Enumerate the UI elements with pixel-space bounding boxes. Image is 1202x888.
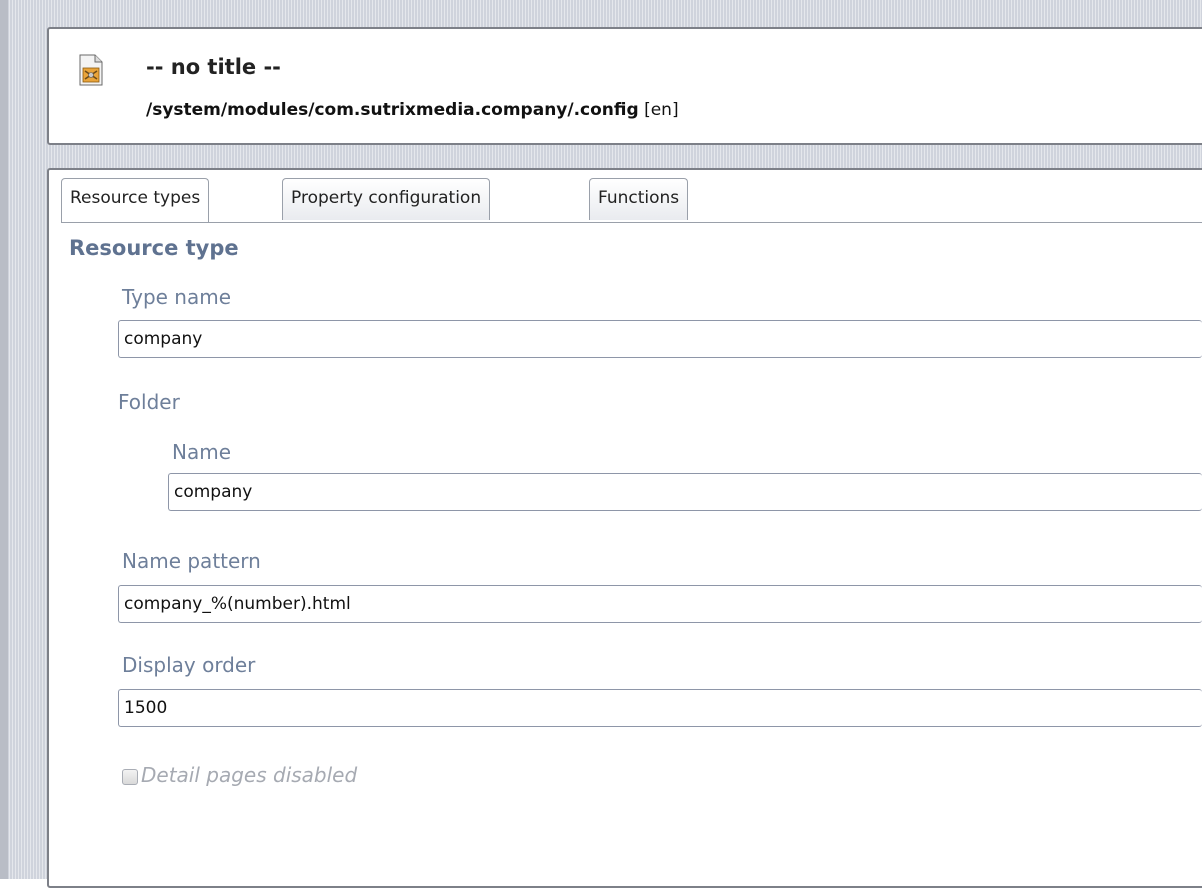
folder-name-label: Name — [172, 440, 232, 464]
detail-pages-disabled-row: Detail pages disabled — [122, 763, 357, 787]
folder-label: Folder — [118, 390, 180, 414]
tab-functions[interactable]: Functions — [589, 178, 689, 220]
detail-pages-disabled-label: Detail pages disabled — [141, 763, 358, 787]
type-name-input[interactable]: company — [118, 320, 1202, 358]
detail-pages-disabled-checkbox[interactable] — [122, 769, 138, 785]
section-title: Resource type — [69, 236, 239, 260]
resource-title: -- no title -- — [146, 55, 281, 79]
path-text: /system/modules/com.sutrixmedia.company/… — [146, 100, 639, 120]
header-panel: -- no title -- /system/modules/com.sutri… — [47, 27, 1202, 145]
type-name-label: Type name — [122, 285, 232, 309]
tab-resource-types[interactable]: Resource types — [61, 178, 210, 222]
tab-property-configuration[interactable]: Property configuration — [282, 178, 491, 220]
name-pattern-label: Name pattern — [122, 549, 261, 573]
display-order-label: Display order — [122, 653, 256, 677]
display-order-input[interactable]: 1500 — [118, 689, 1202, 727]
resource-path: /system/modules/com.sutrixmedia.company/… — [146, 100, 679, 120]
document-config-icon — [79, 54, 103, 86]
folder-name-input[interactable]: company — [168, 473, 1202, 511]
tab-bar: Resource types Property configuration Fu… — [61, 178, 1202, 223]
left-edge — [0, 0, 8, 879]
locale-text: [en] — [644, 100, 679, 120]
name-pattern-input[interactable]: company_%(number).html — [118, 585, 1202, 623]
